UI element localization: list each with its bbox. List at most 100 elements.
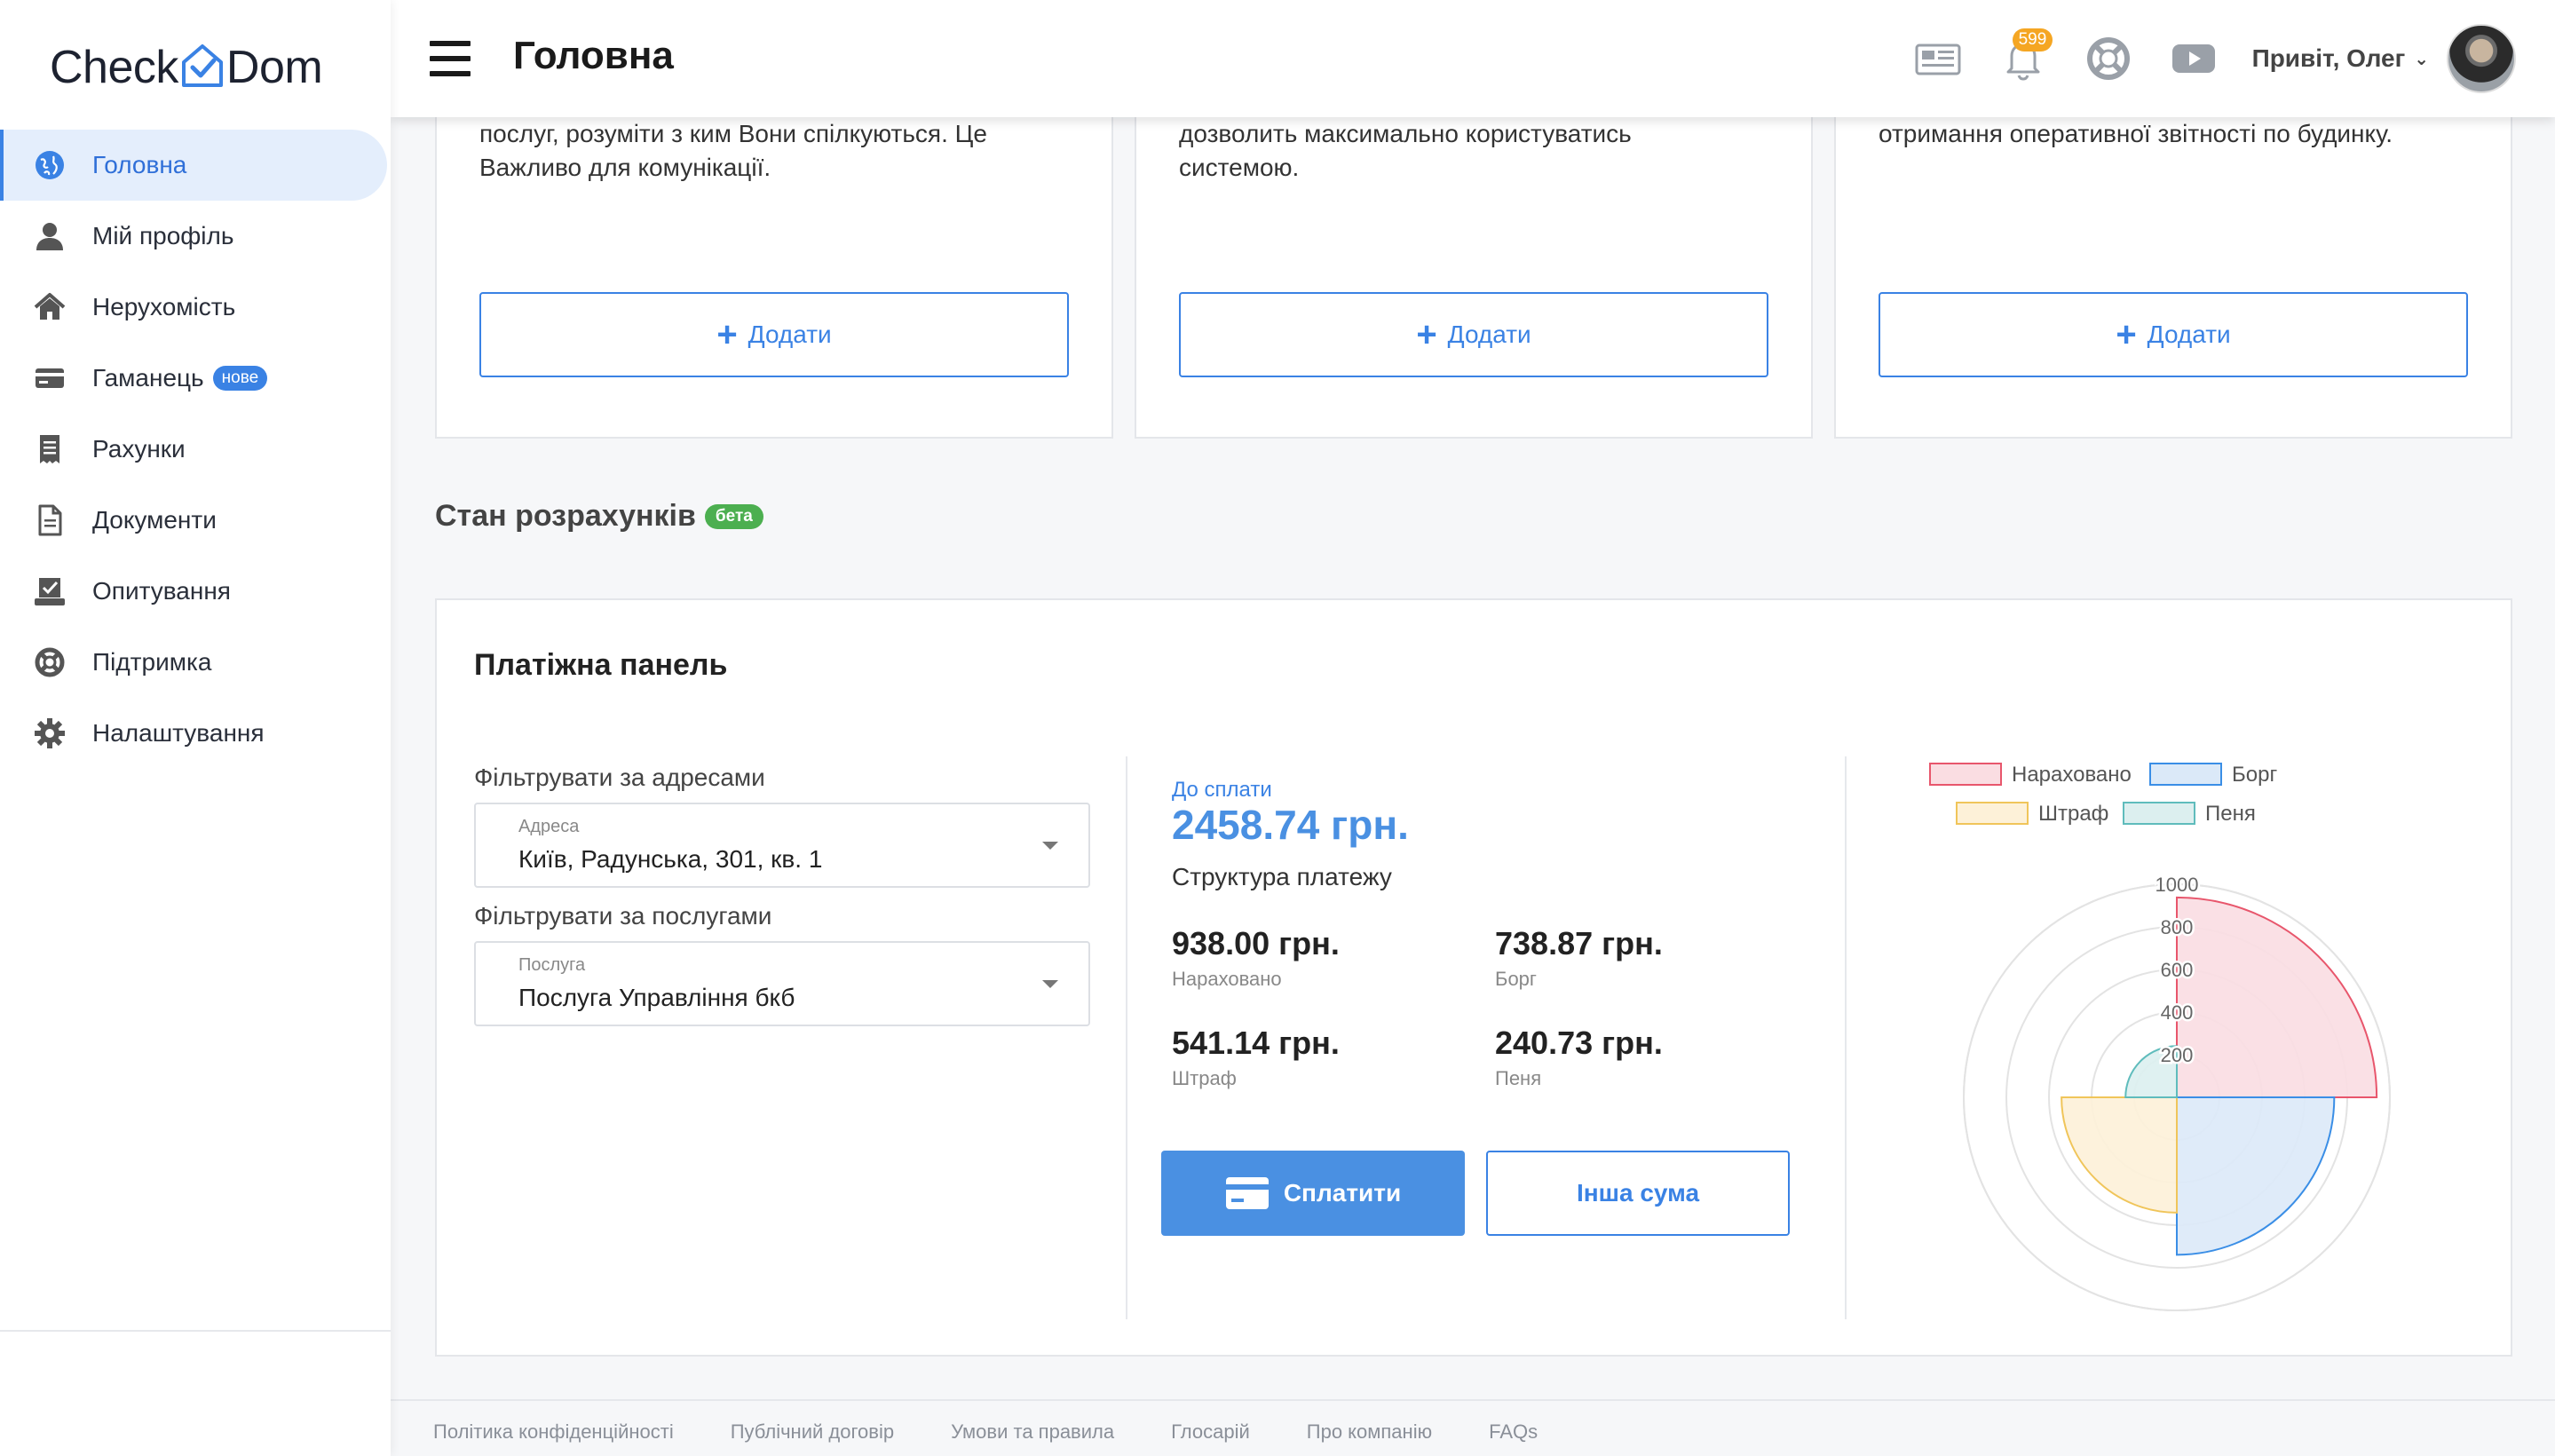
page-title: Головна	[513, 34, 674, 77]
info-card: послуг, розуміти з ким Вони спілкуються.…	[435, 99, 1113, 439]
section-title: Стан розрахунків бета	[435, 499, 763, 534]
plus-icon: +	[2116, 315, 2137, 354]
metric-accrued: 938.00 грн. Нараховано	[1172, 925, 1340, 991]
payment-structure-chart: 200 400 600 800 1000 Нараховано Борг Штраф Пеня	[1893, 751, 2461, 1319]
sidebar-item-label: Нерухомість	[92, 293, 236, 320]
footer-link-privacy[interactable]: Політика конфіденційності	[433, 1420, 674, 1444]
chevron-down-icon: ⌄	[2414, 49, 2429, 69]
logo-right-text: Dom	[225, 42, 323, 93]
legend-swatch	[1956, 802, 2029, 825]
metric-debt: 738.87 грн. Борг	[1495, 925, 1663, 991]
footer-link-glossary[interactable]: Глосарій	[1171, 1420, 1250, 1444]
add-button[interactable]: + Додати	[1879, 292, 2468, 377]
sidebar-item-property[interactable]: Нерухомість	[0, 272, 387, 343]
section-title-text: Стан розрахунків	[435, 499, 696, 533]
address-select-value: Київ, Радунська, 301, кв. 1	[518, 845, 823, 873]
pay-button-label: Сплатити	[1283, 1179, 1402, 1207]
lifebuoy-icon	[32, 645, 67, 680]
user-menu[interactable]: Привіт, Олег ⌄	[2252, 44, 2429, 73]
footer-link-about[interactable]: Про компанію	[1307, 1420, 1432, 1444]
add-button[interactable]: + Додати	[1179, 292, 1768, 377]
metric-label: Нараховано	[1172, 968, 1282, 990]
legend-swatch	[2123, 802, 2195, 825]
footer-link-public-contract[interactable]: Публічний договір	[731, 1420, 894, 1444]
notification-count-badge: 599	[2012, 28, 2053, 51]
sidebar-item-documents[interactable]: Документи	[0, 485, 387, 556]
greeting-text: Привіт, Олег	[2251, 44, 2406, 72]
wallet-icon	[32, 360, 67, 396]
due-label: До сплати	[1172, 778, 1272, 802]
sidebar-item-support[interactable]: Підтримка	[0, 627, 387, 698]
sidebar-item-profile[interactable]: Мій профіль	[0, 201, 387, 272]
document-icon	[32, 502, 67, 538]
support-icon[interactable]	[2082, 32, 2135, 85]
metric-value: 738.87 грн.	[1495, 925, 1663, 961]
header-actions: 599 Привіт, Олег ⌄	[1911, 0, 2555, 117]
legend-label: Пеня	[2205, 802, 2256, 826]
add-button-label: Додати	[2147, 320, 2231, 348]
payment-panel: Платіжна панель Фільтрувати за адресами …	[435, 598, 2512, 1357]
service-filter-label: Фільтрувати за послугами	[474, 902, 772, 930]
info-card: отримання оперативної звітності по будин…	[1834, 99, 2512, 439]
card-text: отримання оперативної звітності по будин…	[1879, 120, 2393, 147]
top-header: Головна 599 Привіт, Олег ⌄	[391, 0, 2555, 117]
top-cards: послуг, розуміти з ким Вони спілкуються.…	[435, 99, 2512, 439]
due-amount: 2458.74 грн.	[1172, 802, 1409, 848]
address-select[interactable]: Адреса Київ, Радунська, 301, кв. 1	[474, 803, 1090, 888]
chart-sector	[2176, 896, 2378, 1098]
metric-label: Борг	[1495, 968, 1537, 990]
sidebar-item-home[interactable]: Головна	[0, 130, 387, 201]
gear-icon	[32, 716, 67, 751]
chart-tick-label: 200	[2161, 1044, 2194, 1066]
address-filter-label: Фільтрувати за адресами	[474, 764, 765, 791]
sidebar-item-wallet[interactable]: Гаманець нове	[0, 343, 387, 414]
sidebar-item-label: Гаманець	[92, 364, 204, 392]
caret-down-icon	[1042, 842, 1058, 850]
receipt-icon	[32, 431, 67, 467]
footer: Політика конфіденційності Публічний дого…	[391, 1399, 2555, 1456]
logo[interactable]: Check Dom	[50, 32, 323, 103]
column-divider	[1845, 756, 1847, 1319]
menu-toggle-icon[interactable]	[430, 41, 471, 76]
logo-left-text: Check	[50, 42, 178, 93]
footer-link-faq[interactable]: FAQs	[1489, 1420, 1538, 1444]
sidebar-item-settings[interactable]: Налаштування	[0, 698, 387, 769]
other-amount-button[interactable]: Інша сума	[1486, 1151, 1790, 1236]
sidebar-item-bills[interactable]: Рахунки	[0, 414, 387, 485]
add-button-label: Додати	[748, 320, 832, 348]
metric-value: 938.00 грн.	[1172, 925, 1340, 961]
beta-badge: бета	[704, 503, 763, 529]
pay-button[interactable]: Сплатити	[1161, 1151, 1465, 1236]
polar-area-chart: 200 400 600 800 1000 Нараховано Борг Штраф Пеня	[1929, 763, 2391, 1311]
sidebar-nav: Головна Мій профіль Нерухомість Гаманець…	[0, 130, 391, 769]
service-select[interactable]: Послуга Послуга Управління бкб	[474, 941, 1090, 1026]
sidebar-item-label: Підтримка	[92, 648, 212, 676]
sidebar-divider	[0, 1330, 391, 1332]
caret-down-icon	[1042, 980, 1058, 988]
avatar[interactable]	[2447, 24, 2516, 93]
chart-tick-label: 1000	[2156, 874, 2199, 896]
chart-tick-label: 600	[2161, 959, 2194, 981]
video-icon[interactable]	[2167, 32, 2220, 85]
card-text: послуг, розуміти з ким Вони спілкуються.…	[479, 120, 987, 181]
news-icon[interactable]	[1911, 32, 1965, 85]
sidebar-item-label: Мій профіль	[92, 222, 234, 249]
plus-icon: +	[1416, 315, 1437, 354]
credit-card-icon	[1225, 1177, 1269, 1209]
chart-sector	[2176, 1096, 2336, 1256]
sidebar-item-label: Опитування	[92, 577, 231, 605]
other-amount-label: Інша сума	[1576, 1179, 1700, 1207]
column-divider	[1126, 756, 1127, 1319]
service-select-value: Послуга Управління бкб	[518, 984, 795, 1011]
sidebar-item-polls[interactable]: Опитування	[0, 556, 387, 627]
metric-penalty: 240.73 грн. Пеня	[1495, 1025, 1663, 1090]
poll-icon	[32, 574, 67, 609]
info-card: дозволить максимально користуватись сист…	[1135, 99, 1813, 439]
address-select-label: Адреса	[518, 817, 580, 836]
add-button[interactable]: + Додати	[479, 292, 1069, 377]
metric-label: Штраф	[1172, 1067, 1237, 1089]
bell-icon[interactable]: 599	[1997, 28, 2053, 85]
plus-icon: +	[716, 315, 738, 354]
footer-link-terms[interactable]: Умови та правила	[951, 1420, 1114, 1444]
sidebar: Check Dom Головна Мій профіль Нерухоміст…	[0, 0, 391, 1456]
